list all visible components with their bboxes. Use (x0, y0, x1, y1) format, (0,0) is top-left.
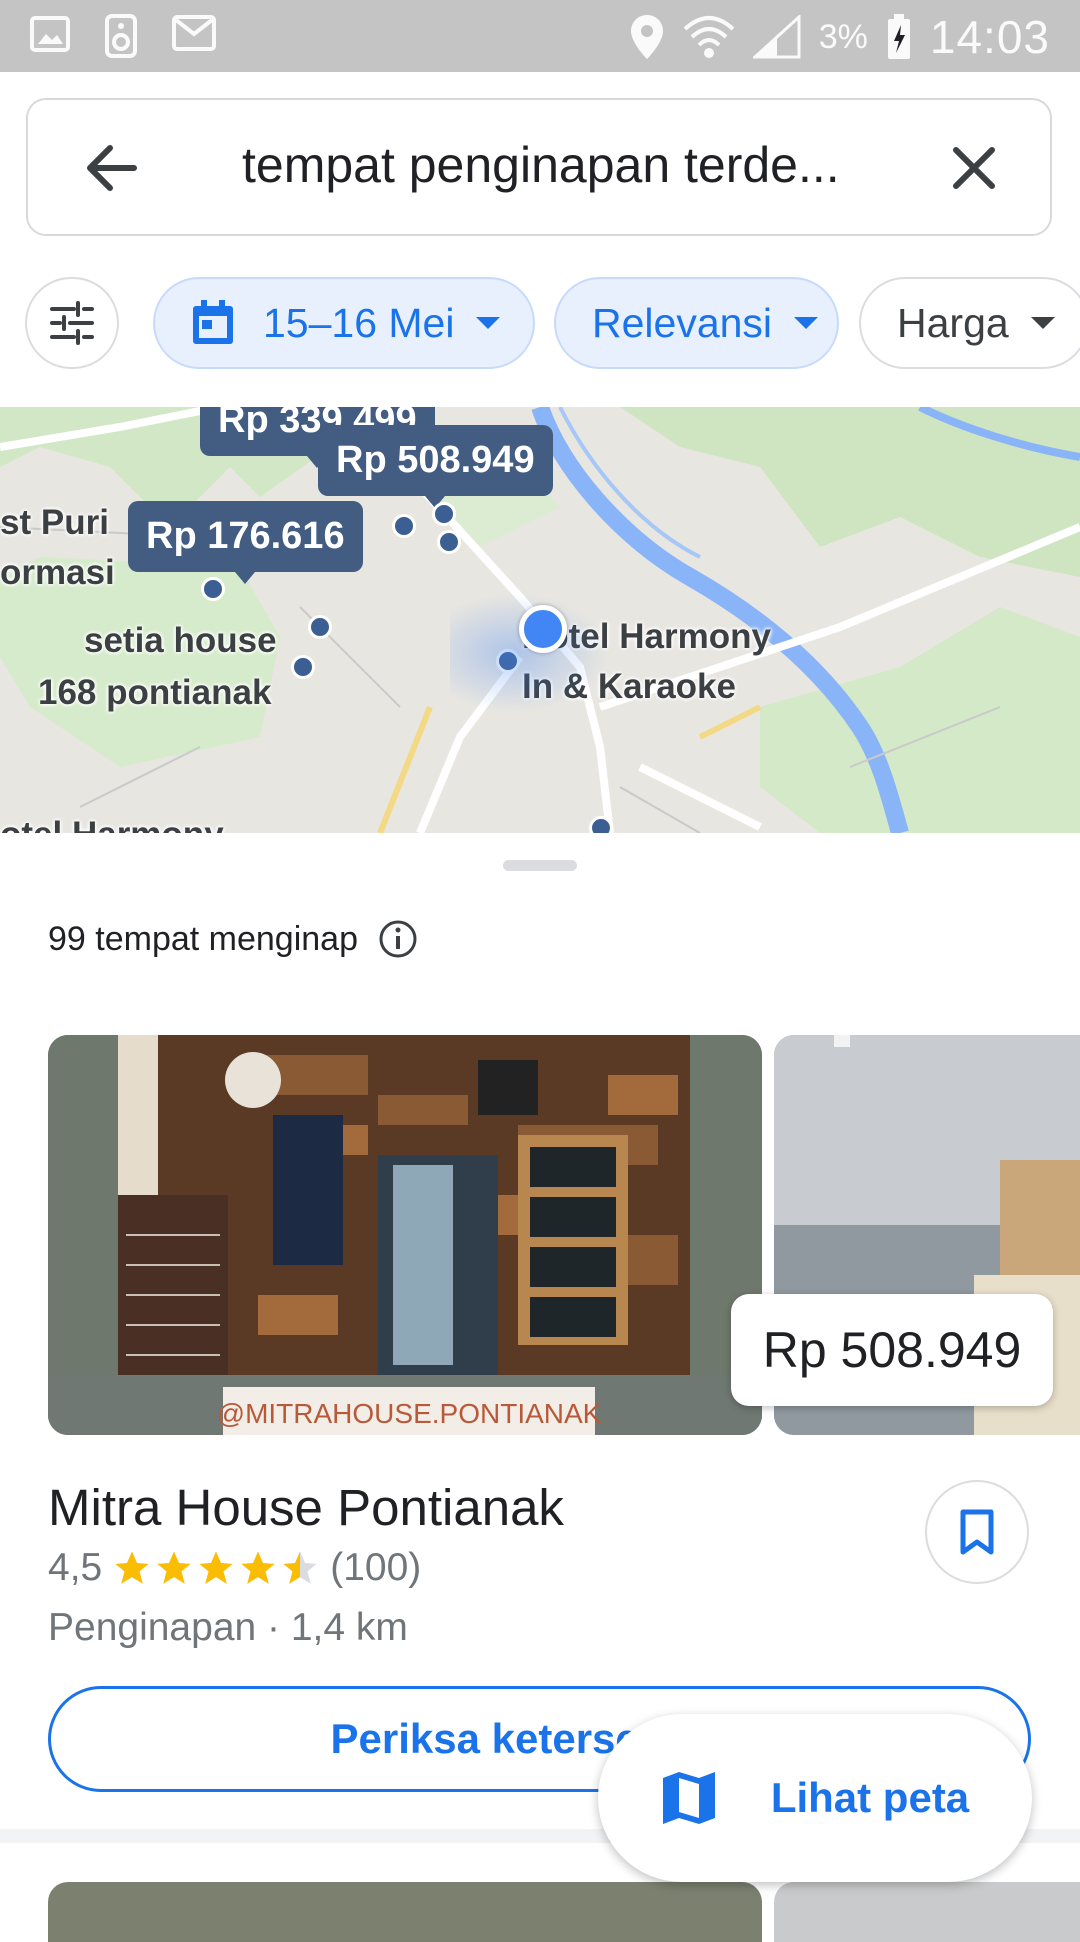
my-location-dot (519, 605, 567, 653)
gmail-icon (172, 15, 216, 51)
drag-handle[interactable] (503, 860, 577, 871)
date-filter-chip[interactable]: 15–16 Mei (153, 277, 535, 369)
next-listing-photo[interactable] (48, 1882, 762, 1942)
price-pin[interactable]: Rp 508.949 (318, 425, 553, 508)
listing-photo[interactable]: @MITRAHOUSE.PONTIANAK (48, 1035, 762, 1435)
rating-value: 4,5 (48, 1546, 103, 1589)
map-marker[interactable] (308, 615, 332, 639)
map-marker[interactable] (432, 502, 456, 526)
hotel-lobby-image: @MITRAHOUSE.PONTIANAK (48, 1035, 762, 1435)
calendar-icon (193, 300, 233, 344)
sort-filter-chip[interactable]: Relevansi (554, 277, 839, 369)
star-icon (241, 1551, 275, 1584)
speaker-icon (105, 14, 137, 58)
wifi-icon (683, 16, 735, 58)
chevron-down-icon (476, 317, 501, 329)
review-count: (100) (330, 1546, 422, 1589)
location-icon (630, 15, 663, 59)
map-place-label: ormasi (0, 553, 115, 592)
results-count: 99 tempat menginap (48, 919, 418, 959)
star-icon (199, 1551, 233, 1584)
photo-watermark: @MITRAHOUSE.PONTIANAK (217, 1398, 602, 1429)
map-marker[interactable] (392, 514, 416, 538)
view-map-label: Lihat peta (770, 1774, 970, 1821)
search-query[interactable]: tempat penginapan terde... (242, 136, 942, 194)
filters-button[interactable] (25, 277, 119, 369)
map-place-label: otel Harmony (0, 815, 224, 833)
map-place-label: setia house (84, 621, 277, 660)
star-rating (112, 1548, 320, 1588)
chevron-down-icon (794, 317, 819, 329)
map-view[interactable]: Rp 339.499 Rp 508.949 Rp 176.616 st Puri… (0, 407, 1080, 833)
price-pin[interactable]: Rp 176.616 (128, 501, 363, 584)
map-place-label: 168 pontianak (38, 673, 272, 712)
star-half-icon (283, 1551, 317, 1584)
map-marker[interactable] (291, 655, 315, 679)
map-marker[interactable] (437, 530, 461, 554)
clock: 14:03 (929, 11, 1050, 63)
close-icon[interactable] (942, 136, 1006, 200)
map-marker[interactable] (201, 577, 225, 601)
tune-icon (50, 301, 94, 345)
sort-filter-label: Relevansi (592, 299, 773, 346)
map-marker[interactable] (589, 816, 613, 833)
battery-percent: 3% (818, 17, 868, 56)
chevron-down-icon (1030, 317, 1055, 329)
date-filter-label: 15–16 Mei (263, 299, 455, 346)
price-filter-chip[interactable]: Harga (859, 277, 1080, 369)
star-icon (157, 1551, 191, 1584)
listing-category-distance: Penginapan · 1,4 km (48, 1606, 408, 1649)
signal-icon (752, 15, 801, 59)
info-icon[interactable] (378, 919, 418, 959)
search-bar[interactable]: tempat penginapan terde... (26, 98, 1052, 236)
bookmark-icon (960, 1509, 994, 1555)
gallery-icon (30, 16, 70, 52)
save-button[interactable] (925, 1480, 1029, 1584)
next-listing-photo[interactable] (774, 1882, 1080, 1942)
battery-charging-icon (887, 14, 910, 59)
star-icon (115, 1551, 149, 1584)
map-place-label: st Puri (0, 503, 109, 542)
rating-row: 4,5 (100) (48, 1546, 421, 1590)
price-filter-label: Harga (897, 299, 1009, 346)
view-map-button[interactable]: Lihat peta (598, 1714, 1032, 1882)
listing-title[interactable]: Mitra House Pontianak (48, 1478, 564, 1537)
listing-price-badge: Rp 508.949 (731, 1294, 1053, 1406)
back-arrow-icon[interactable] (80, 136, 144, 200)
status-bar: 3% 14:03 (0, 0, 1080, 72)
map-icon (662, 1772, 715, 1824)
results-count-text: 99 tempat menginap (48, 919, 358, 958)
